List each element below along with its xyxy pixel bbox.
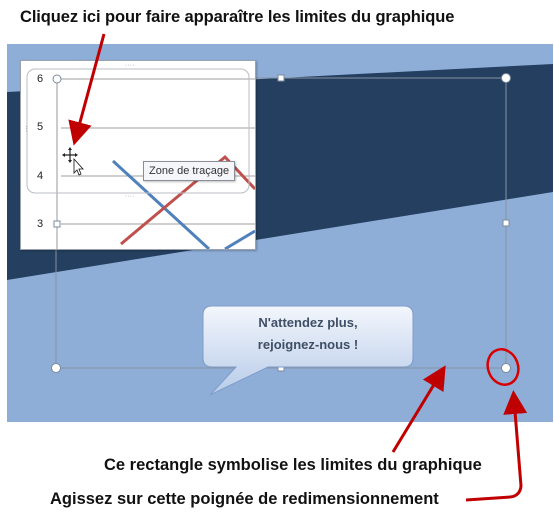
highlight-circle-handle (486, 348, 520, 386)
arrow-to-plot-area (68, 33, 106, 146)
instruction-caption-handle: Agissez sur cette poignée de redimension… (50, 490, 439, 508)
arrow-to-boundary (391, 365, 446, 453)
instruction-caption-top: Cliquez ici pour faire apparaître les li… (20, 8, 455, 26)
instruction-caption-rectangle: Ce rectangle symbolise les limites du gr… (104, 456, 482, 474)
annotation-arrows (68, 33, 528, 502)
arrow-to-handle (465, 390, 528, 502)
